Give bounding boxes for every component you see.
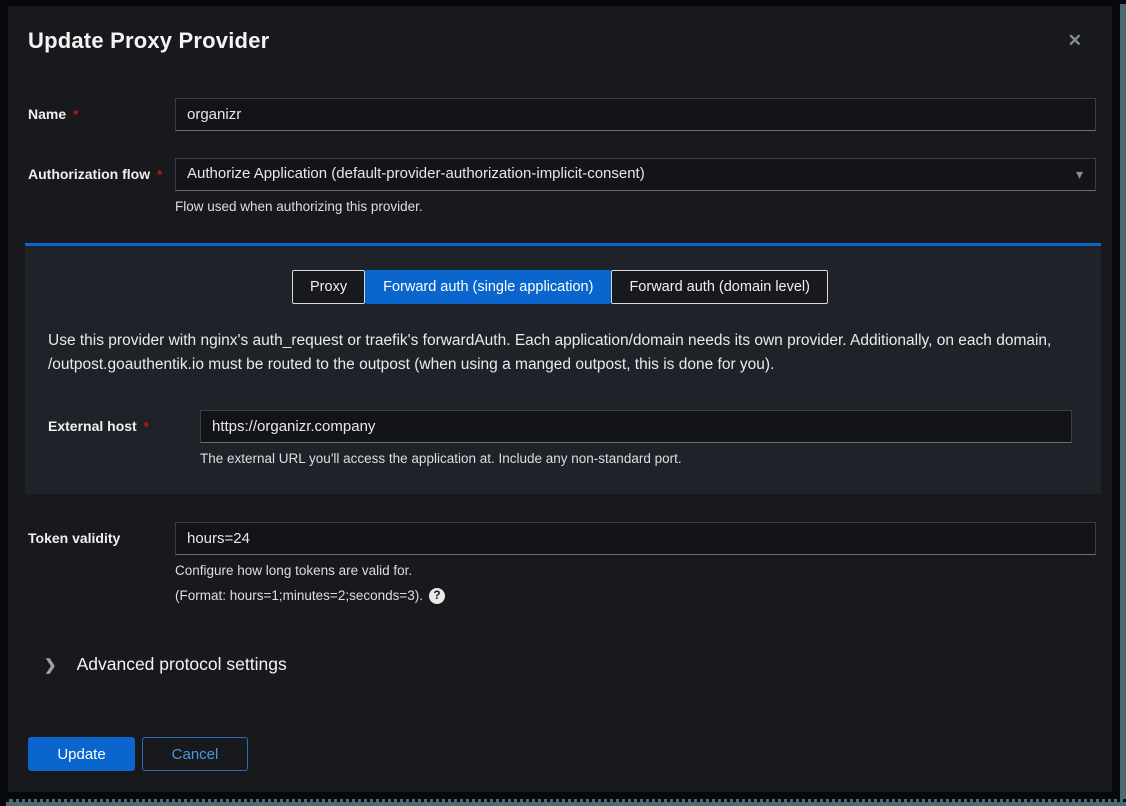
chevron-down-icon: ▾ (1076, 166, 1083, 183)
close-icon[interactable]: ✕ (1062, 28, 1088, 53)
cancel-button[interactable]: Cancel (142, 737, 248, 771)
required-asterisk: * (144, 419, 149, 434)
tab-forward-auth-domain-level[interactable]: Forward auth (domain level) (611, 270, 828, 304)
required-asterisk: * (73, 107, 78, 122)
token-validity-input[interactable] (175, 522, 1096, 555)
modal-footer: Update Cancel (28, 737, 1096, 771)
required-asterisk: * (157, 167, 162, 182)
question-circle-icon[interactable]: ? (429, 588, 445, 604)
advanced-protocol-settings-toggle[interactable]: ❯ Advanced protocol settings (28, 654, 1096, 675)
update-proxy-provider-modal: Update Proxy Provider ✕ Name* Authorizat… (8, 6, 1112, 792)
token-validity-help-line1: Configure how long tokens are valid for. (175, 562, 1096, 579)
form-row-authorization-flow: Authorization flow* Authorize Applicatio… (28, 158, 1096, 215)
name-input[interactable] (175, 98, 1096, 131)
tab-proxy[interactable]: Proxy (292, 270, 365, 304)
name-label: Name* (28, 98, 175, 122)
page-title: Update Proxy Provider (28, 28, 269, 54)
token-validity-field: Configure how long tokens are valid for.… (175, 522, 1096, 606)
authorization-flow-help: Flow used when authorizing this provider… (175, 198, 1096, 215)
token-validity-help-line2: (Format: hours=1;minutes=2;seconds=3). ? (175, 586, 1096, 606)
external-host-help: The external URL you'll access the appli… (200, 450, 1072, 467)
form-row-external-host: External host* The external URL you'll a… (48, 410, 1072, 467)
authorization-flow-selected-value: Authorize Application (default-provider-… (187, 165, 645, 182)
modal-body: Name* Authorization flow* Authorize Appl… (8, 98, 1112, 771)
authorization-flow-label: Authorization flow* (28, 158, 175, 182)
screen: Update Proxy Provider ✕ Name* Authorizat… (0, 0, 1126, 806)
modal-header: Update Proxy Provider ✕ (8, 6, 1112, 54)
external-host-label: External host* (48, 410, 200, 434)
external-host-input[interactable] (200, 410, 1072, 443)
window-shadow-right (1120, 4, 1126, 806)
proxy-mode-toggle-group: Proxy Forward auth (single application) … (48, 270, 1072, 304)
advanced-protocol-settings-label: Advanced protocol settings (77, 654, 287, 675)
chevron-right-icon: ❯ (44, 656, 57, 674)
external-host-field: The external URL you'll access the appli… (200, 410, 1072, 467)
tab-forward-auth-single-application[interactable]: Forward auth (single application) (365, 270, 611, 304)
form-row-token-validity: Token validity Configure how long tokens… (28, 522, 1096, 606)
window-shadow-bottom (6, 799, 1126, 806)
proxy-mode-card: Proxy Forward auth (single application) … (25, 243, 1101, 494)
authorization-flow-field: Authorize Application (default-provider-… (175, 158, 1096, 215)
token-validity-label: Token validity (28, 522, 175, 546)
form-row-name: Name* (28, 98, 1096, 131)
authorization-flow-select[interactable]: Authorize Application (default-provider-… (175, 158, 1096, 191)
mode-description: Use this provider with nginx's auth_requ… (48, 329, 1072, 377)
update-button[interactable]: Update (28, 737, 135, 771)
